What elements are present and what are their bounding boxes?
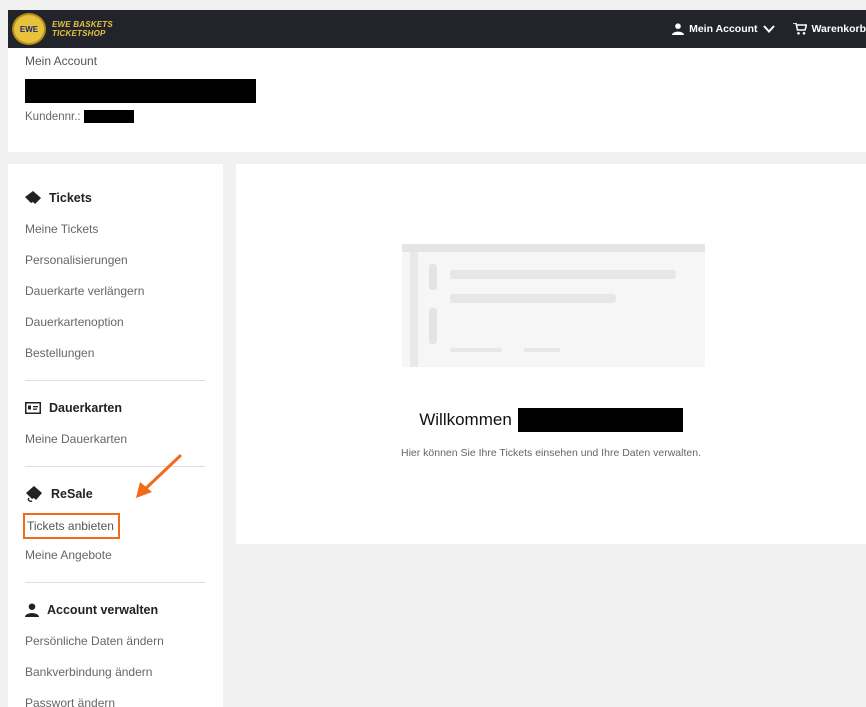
divider bbox=[25, 582, 205, 583]
sidebar-item-personalisierungen[interactable]: Personalisierungen bbox=[25, 245, 210, 276]
resale-section-title: ReSale bbox=[51, 487, 93, 501]
tickets-section: Tickets Meine Tickets Personalisierungen… bbox=[25, 188, 210, 369]
redacted-customer-number bbox=[83, 110, 134, 123]
dauerkarten-section: Dauerkarten Meine Dauerkarten bbox=[25, 398, 210, 455]
cart-icon bbox=[792, 23, 807, 35]
ticket-icon bbox=[25, 191, 41, 204]
account-section-title: Account verwalten bbox=[47, 603, 159, 617]
sidebar-item-dauerkarte-verlaengern[interactable]: Dauerkarte verlängern bbox=[25, 276, 210, 307]
sidebar-item-bankverbindung[interactable]: Bankverbindung ändern bbox=[25, 657, 210, 688]
sidebar: Tickets Meine Tickets Personalisierungen… bbox=[8, 164, 223, 707]
cart-button[interactable]: Warenkorb bbox=[792, 23, 866, 35]
sidebar-item-bestellungen[interactable]: Bestellungen bbox=[25, 338, 210, 369]
id-card-icon bbox=[25, 402, 41, 414]
account-section: Account verwalten Persönliche Daten ände… bbox=[25, 600, 210, 707]
welcome-heading: Willkommen bbox=[236, 408, 866, 432]
dashboard-illustration bbox=[402, 244, 705, 367]
logo-line-2: TICKETSHOP bbox=[52, 29, 106, 38]
welcome-text: Willkommen bbox=[419, 410, 512, 429]
account-header: Mein Account Kundennr.: bbox=[8, 48, 866, 152]
dauerkarten-section-title: Dauerkarten bbox=[49, 401, 122, 415]
resale-ticket-icon bbox=[26, 486, 42, 502]
user-icon bbox=[25, 603, 39, 617]
redacted-username bbox=[517, 408, 683, 432]
annotation-arrow-icon bbox=[136, 454, 182, 498]
sidebar-item-dauerkartenoption[interactable]: Dauerkartenoption bbox=[25, 307, 210, 338]
sidebar-item-meine-tickets[interactable]: Meine Tickets bbox=[25, 214, 210, 245]
welcome-card: Willkommen Hier können Sie Ihre Tickets … bbox=[236, 164, 866, 544]
account-menu-button[interactable]: Mein Account bbox=[672, 23, 775, 35]
cart-label: Warenkorb bbox=[811, 23, 866, 35]
sidebar-item-tickets-anbieten[interactable]: Tickets anbieten bbox=[23, 513, 120, 539]
top-navbar: EWE EWE BASKETS TICKETSHOP Mein Account … bbox=[8, 10, 866, 48]
sidebar-item-meine-angebote[interactable]: Meine Angebote bbox=[25, 540, 210, 571]
baskets-logo-icon: EWE bbox=[12, 13, 46, 45]
sidebar-item-passwort[interactable]: Passwort ändern bbox=[25, 688, 210, 707]
welcome-subtitle: Hier können Sie Ihre Tickets einsehen un… bbox=[400, 447, 701, 459]
sidebar-item-persoenliche-daten[interactable]: Persönliche Daten ändern bbox=[25, 626, 210, 657]
customer-number: Kundennr.: bbox=[25, 110, 134, 123]
tickets-section-title: Tickets bbox=[49, 191, 92, 205]
divider bbox=[25, 380, 205, 381]
logo-line-1: EWE BASKETS bbox=[52, 20, 113, 29]
user-icon bbox=[672, 23, 685, 35]
redacted-name bbox=[25, 79, 256, 103]
account-menu-label: Mein Account bbox=[689, 23, 758, 35]
account-title: Mein Account bbox=[25, 54, 98, 68]
customer-number-label: Kundennr.: bbox=[25, 110, 81, 123]
chevron-down-icon bbox=[762, 25, 775, 33]
brand-logo[interactable]: EWE EWE BASKETS TICKETSHOP bbox=[12, 12, 113, 46]
sidebar-item-meine-dauerkarten[interactable]: Meine Dauerkarten bbox=[25, 424, 210, 455]
